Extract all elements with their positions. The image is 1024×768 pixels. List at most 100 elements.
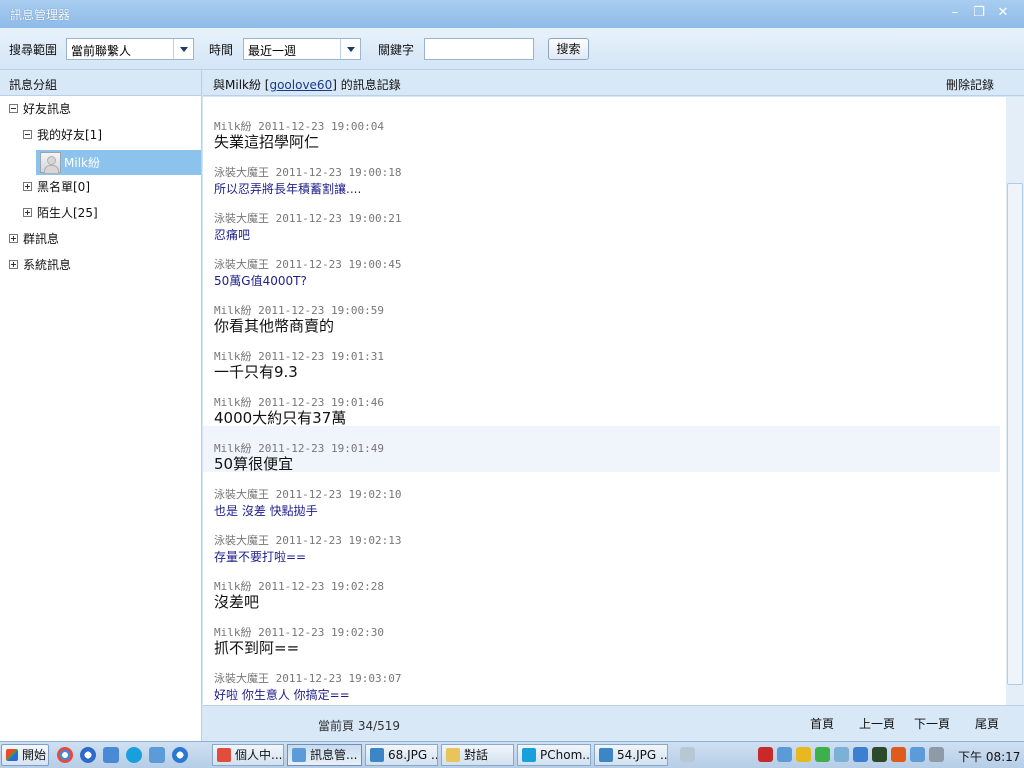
taskbar-button[interactable]: 個人中... <box>212 744 284 766</box>
keyboard-icon[interactable] <box>680 747 695 762</box>
clock: 下午 08:17 <box>958 750 1021 764</box>
message-meta: 泳裝大魔王 2011-12-23 19:00:45 <box>214 258 402 271</box>
message-group-panel: 訊息分組 好友訊息 我的好友[1] Milk紛 黑名單[0] 陌生人[25] 群… <box>0 70 202 741</box>
taskbar-button[interactable]: 訊息管... <box>287 744 362 766</box>
shield-icon[interactable] <box>815 747 830 762</box>
message-text: 抓不到阿== <box>214 639 300 657</box>
tray-app-icon[interactable] <box>891 747 906 762</box>
keyword-label: 關鍵字 <box>378 43 415 57</box>
volume-icon[interactable] <box>929 747 944 762</box>
user-id-link[interactable]: goolove60 <box>269 78 332 92</box>
search-button[interactable]: 搜索 <box>548 38 589 60</box>
scope-value: 當前聯繫人 <box>71 44 132 58</box>
tree-system-messages[interactable]: 系統訊息 <box>9 254 71 278</box>
message-item: 泳裝大魔王 2011-12-23 19:03:07 好啦 你生意人 你搞定== <box>203 656 1000 702</box>
taskbar-button-label: 68.JPG ... <box>388 748 438 762</box>
current-page: 當前頁 34/519 <box>318 719 401 733</box>
taskbar-button-label: 訊息管... <box>310 748 358 762</box>
message-item: Milk紛 2011-12-23 19:02:30 抓不到阿== <box>203 610 1000 657</box>
first-page-button[interactable]: 首頁 <box>810 715 834 732</box>
chevron-down-icon[interactable] <box>340 39 360 59</box>
message-item: Milk紛 2011-12-23 19:01:49 50算很便宜 <box>203 426 1000 473</box>
message-meta: 泳裝大魔王 2011-12-23 19:00:18 <box>214 166 402 179</box>
chat-icon[interactable] <box>149 747 165 763</box>
tree-friend-messages[interactable]: 好友訊息 <box>9 98 71 122</box>
skype-icon[interactable] <box>126 747 142 763</box>
last-page-button[interactable]: 尾頁 <box>975 715 999 732</box>
message-text: 忍痛吧 <box>214 228 251 242</box>
expand-icon[interactable] <box>23 208 32 217</box>
chat-header: 與Milk紛 [goolove60] 的訊息記錄 刪除記錄 <box>203 70 1024 96</box>
pager: 當前頁 34/519 首頁 上一頁 下一頁 尾頁 <box>203 705 1024 741</box>
expand-icon[interactable] <box>9 234 18 243</box>
minimize-button[interactable]: – <box>948 5 962 21</box>
taskbar-button-label: 54.JPG ... <box>617 748 668 762</box>
chat-icon <box>292 748 306 762</box>
maximize-button[interactable]: ❐ <box>972 5 986 21</box>
tray-app-icon[interactable] <box>872 747 887 762</box>
tray-chat-icon[interactable] <box>777 747 792 762</box>
time-select[interactable]: 最近一週 <box>243 38 361 60</box>
tray-chat-icon[interactable] <box>910 747 925 762</box>
message-item: Milk紛 2011-12-23 19:02:28 沒差吧 <box>203 564 1000 611</box>
message-text: 存量不要打啦== <box>214 550 307 564</box>
skype-icon <box>522 748 536 762</box>
scope-label: 搜尋範圍 <box>9 43 58 57</box>
keyword-input[interactable] <box>424 38 534 60</box>
taskbar-button-label: 個人中... <box>235 748 283 762</box>
message-item: Milk紛 2011-12-23 19:00:04 失業這招學阿仁 <box>203 104 1000 151</box>
taskbar-button-label: 對話 <box>464 748 489 762</box>
time-value: 最近一週 <box>248 44 297 58</box>
message-meta: 泳裝大魔王 2011-12-23 19:02:10 <box>214 488 402 501</box>
message-list[interactable]: Milk紛 2011-12-23 19:00:04 失業這招學阿仁 泳裝大魔王 20… <box>203 97 1006 705</box>
chrome-icon[interactable] <box>57 747 73 763</box>
tray-app-icon[interactable] <box>758 747 773 762</box>
image-icon <box>599 748 613 762</box>
message-item: Milk紛 2011-12-23 19:00:59 你看其他幣商賣的 <box>203 288 1000 335</box>
chevron-down-icon[interactable] <box>173 39 193 59</box>
avatar <box>40 152 61 174</box>
message-text: 50算很便宜 <box>214 455 294 473</box>
start-button[interactable]: 開始 <box>1 744 49 766</box>
expand-icon[interactable] <box>9 260 18 269</box>
time-label: 時間 <box>209 43 234 57</box>
taskbar: 開始 個人中... 訊息管... 68.JPG ... 對話 PChom... 54.JP… <box>0 741 1024 768</box>
next-page-button[interactable]: 下一頁 <box>914 715 950 732</box>
delete-records-button[interactable]: 刪除記錄 <box>946 76 994 93</box>
message-item: 泳裝大魔王 2011-12-23 19:00:18 所以忍弄將長年積蓄割讓.... <box>203 150 1000 196</box>
qq-icon[interactable] <box>796 747 811 762</box>
ie-icon[interactable] <box>172 747 188 763</box>
message-text: 一千只有9.3 <box>214 363 298 381</box>
message-text: 你看其他幣商賣的 <box>214 317 335 335</box>
message-meta: 泳裝大魔王 2011-12-23 19:00:21 <box>214 212 402 225</box>
chrome-icon <box>217 748 231 762</box>
close-button[interactable]: ✕ <box>996 5 1010 21</box>
prev-page-button[interactable]: 上一頁 <box>859 715 895 732</box>
expand-icon[interactable] <box>23 182 32 191</box>
network-icon[interactable] <box>834 747 849 762</box>
chat-header-title: 與Milk紛 [goolove60] 的訊息記錄 <box>213 78 401 92</box>
message-item: 泳裝大魔王 2011-12-23 19:02:13 存量不要打啦== <box>203 518 1000 564</box>
windows-logo-icon <box>6 749 18 761</box>
vertical-scrollbar[interactable] <box>1006 97 1024 705</box>
window-icon[interactable] <box>103 747 119 763</box>
taskbar-button[interactable]: 68.JPG ... <box>365 744 438 766</box>
folder-icon <box>446 748 460 762</box>
message-text: 好啦 你生意人 你搞定== <box>214 688 350 702</box>
message-item: 泳裝大魔王 2011-12-23 19:00:45 50萬G值4000T? <box>203 242 1000 288</box>
taskbar-button[interactable]: 54.JPG ... <box>594 744 668 766</box>
tree-blacklist[interactable]: 黑名單[0] <box>23 176 90 200</box>
scrollbar-thumb[interactable] <box>1007 183 1023 685</box>
tree-group-messages[interactable]: 群訊息 <box>9 228 59 252</box>
collapse-icon[interactable] <box>9 104 18 113</box>
taskbar-button[interactable]: 對話 <box>441 744 514 766</box>
dropbox-icon[interactable] <box>853 747 868 762</box>
tree-my-friends[interactable]: 我的好友[1] <box>23 124 102 148</box>
taskbar-button[interactable]: PChom... <box>517 744 591 766</box>
collapse-icon[interactable] <box>23 130 32 139</box>
contact-label: Milk紛 <box>64 156 100 170</box>
scope-select[interactable]: 當前聯繫人 <box>66 38 194 60</box>
message-item: 泳裝大魔王 2011-12-23 19:00:21 忍痛吧 <box>203 196 1000 242</box>
tree-strangers[interactable]: 陌生人[25] <box>23 202 98 226</box>
media-player-icon[interactable] <box>80 747 96 763</box>
